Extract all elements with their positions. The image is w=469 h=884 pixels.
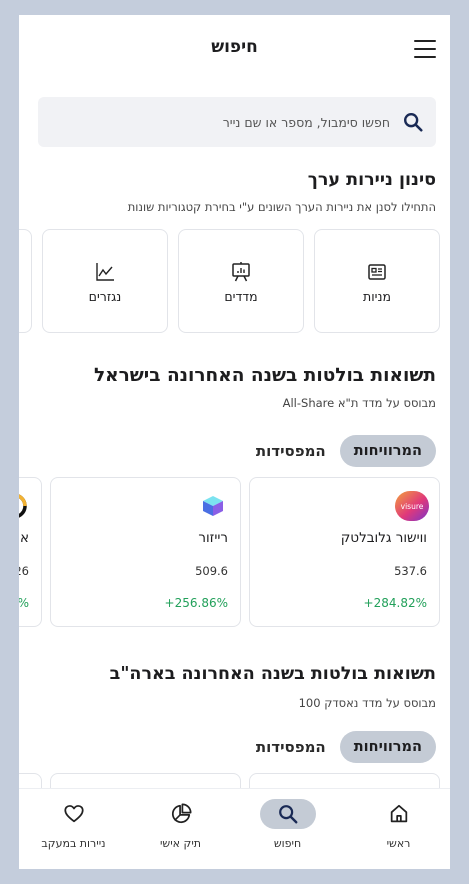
tab-gainers[interactable]: המרוויחות bbox=[339, 435, 436, 467]
category-carousel[interactable]: מניות מדדים נגזרים bbox=[19, 229, 440, 333]
filter-section-title: סינון ניירות ערך bbox=[307, 170, 436, 190]
israel-stocks-carousel[interactable]: visure ווישור גלובלטק 537.6 +284.82% ריי… bbox=[19, 477, 440, 629]
app-screen: חיפוש סינון ניירות ערך התחילו לסנן את ני… bbox=[19, 15, 450, 869]
svg-text:visure: visure bbox=[401, 502, 424, 511]
stock-card[interactable]: רייזור 509.6 +256.86% bbox=[50, 477, 241, 627]
stock-price: 26 bbox=[19, 564, 29, 578]
nav-item-portfolio[interactable]: תיק אישי bbox=[133, 789, 228, 869]
nav-item-watchlist[interactable]: ניירות במעקב bbox=[26, 789, 121, 869]
stock-change: +256.86% bbox=[164, 596, 228, 610]
tab-losers[interactable]: המפסידות bbox=[256, 738, 326, 756]
category-card-partial[interactable] bbox=[19, 229, 32, 333]
derivatives-chart-icon bbox=[96, 263, 114, 281]
stocks-icon bbox=[368, 264, 386, 280]
header: חיפוש bbox=[19, 15, 450, 80]
raizor-cube-logo bbox=[196, 491, 230, 521]
israel-section-subtitle: מבוסס על מדד ת"א All-Share bbox=[282, 396, 436, 410]
category-label: נגזרים bbox=[88, 289, 122, 304]
stock-change: % bbox=[19, 596, 29, 610]
stock-card[interactable]: א 26 % bbox=[19, 477, 42, 627]
visure-logo: visure bbox=[395, 491, 429, 521]
us-tabs: המרוויחות המפסידות bbox=[256, 731, 436, 763]
israel-tabs: המרוויחות המפסידות bbox=[256, 435, 436, 467]
nav-label: חיפוש bbox=[273, 837, 302, 850]
nav-label: תיק אישי bbox=[159, 837, 202, 850]
nav-item-search[interactable]: חיפוש bbox=[240, 789, 335, 869]
page-title: חיפוש bbox=[211, 37, 258, 57]
partial-ring-logo bbox=[19, 491, 31, 521]
israel-section-title: תשואות בולטות בשנה האחרונה בישראל bbox=[93, 365, 436, 386]
nav-label: ניירות במעקב bbox=[41, 837, 106, 850]
bottom-nav: ראשי חיפוש תיק אישי ניירות במעקב bbox=[19, 788, 450, 869]
stock-name: ווישור גלובלטק bbox=[340, 530, 427, 546]
indices-icon bbox=[232, 262, 250, 282]
category-card-stocks[interactable]: מניות bbox=[314, 229, 440, 333]
search-icon bbox=[278, 805, 297, 824]
category-card-indices[interactable]: מדדים bbox=[178, 229, 304, 333]
tab-losers[interactable]: המפסידות bbox=[256, 442, 326, 460]
us-section-title: תשואות בולטות בשנה האחרונה בארה"ב bbox=[109, 664, 436, 684]
stock-name: רייזור bbox=[198, 530, 228, 546]
stock-price: 509.6 bbox=[195, 564, 228, 578]
category-label: מניות bbox=[363, 289, 391, 304]
nav-item-home[interactable]: ראשי bbox=[351, 789, 446, 869]
stock-name: א bbox=[19, 530, 29, 546]
category-card-derivatives[interactable]: נגזרים bbox=[42, 229, 168, 333]
us-section-subtitle: מבוסס על מדד נאסדק 100 bbox=[298, 696, 436, 710]
heart-icon bbox=[63, 805, 84, 823]
tab-gainers[interactable]: המרוויחות bbox=[339, 731, 436, 763]
search-icon[interactable] bbox=[402, 111, 424, 133]
nav-label: ראשי bbox=[386, 837, 411, 850]
stock-price: 537.6 bbox=[394, 564, 427, 578]
category-label: מדדים bbox=[224, 289, 258, 304]
search-bar[interactable] bbox=[38, 97, 436, 147]
stock-change: +284.82% bbox=[363, 596, 427, 610]
filter-section-subtitle: התחילו לסנן את ניירות הערך השונים ע"י בח… bbox=[127, 200, 436, 214]
portfolio-pie-icon bbox=[171, 803, 191, 824]
home-icon bbox=[390, 804, 407, 823]
search-input[interactable] bbox=[38, 113, 392, 131]
stock-card[interactable]: visure ווישור גלובלטק 537.6 +284.82% bbox=[249, 477, 440, 627]
